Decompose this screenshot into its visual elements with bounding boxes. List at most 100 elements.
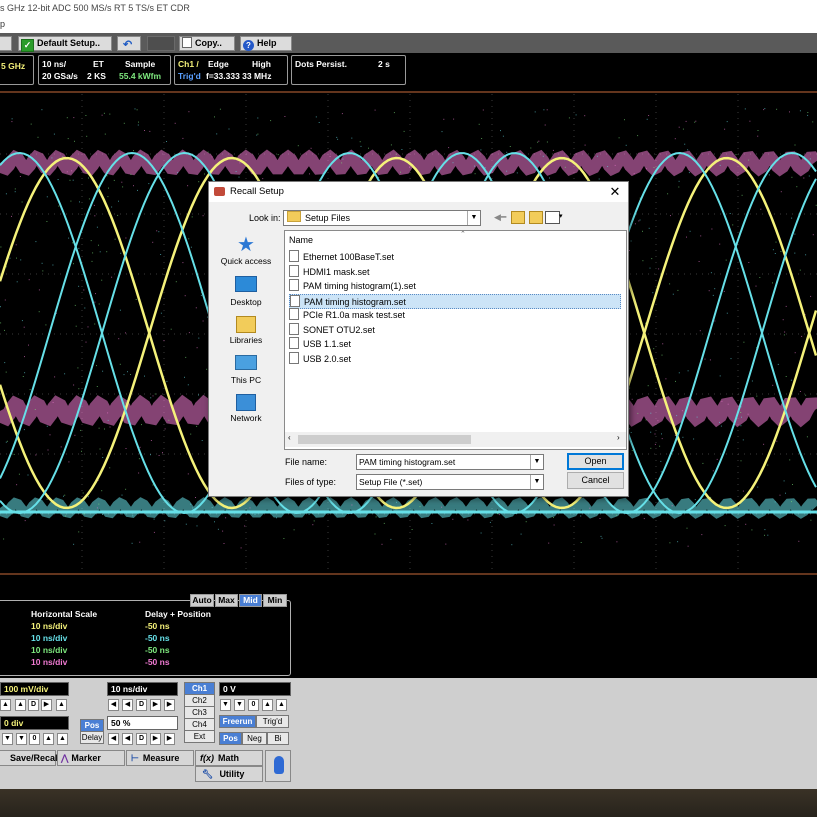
tlevel-up-arrow[interactable]: ▲: [262, 699, 273, 711]
file-row[interactable]: USB 2.0.set: [289, 351, 621, 365]
voffset-up-arrow[interactable]: ▲: [43, 733, 54, 745]
horizontal-scrollbar[interactable]: ‹ ›: [285, 432, 626, 447]
ch1-hscale: 10 ns/div: [31, 621, 68, 631]
vertical-scale-field[interactable]: 100 mV/div: [0, 682, 69, 696]
min-button[interactable]: Min: [263, 594, 287, 607]
mid-button[interactable]: Mid: [239, 594, 262, 607]
marker-label: Marker: [71, 753, 101, 763]
hpos-right2-arrow[interactable]: ▶: [164, 733, 175, 745]
delay-button[interactable]: Delay: [80, 731, 104, 744]
place-quick-access[interactable]: ★ Quick access: [211, 235, 281, 266]
file-row[interactable]: PAM timing histogram(1).set: [289, 279, 621, 292]
utility-label: Utility: [219, 769, 245, 779]
save-recall-button[interactable]: Save/Recall: [0, 750, 60, 766]
vscale-up2-arrow[interactable]: ▲: [15, 699, 26, 711]
slope-pos-button[interactable]: Pos: [219, 732, 242, 745]
trigger-source-ext[interactable]: Ext: [184, 730, 215, 743]
persistence-box[interactable]: Dots Persist. 2 s: [291, 55, 406, 85]
copy-button[interactable]: Copy..: [179, 36, 235, 51]
measure-button[interactable]: ⊢ Measure: [126, 750, 194, 766]
default-setup-button[interactable]: ✓ Default Setup..: [18, 36, 112, 52]
horizontal-scale-field[interactable]: 10 ns/div: [107, 682, 178, 696]
file-row[interactable]: Ethernet 100BaseT.set: [289, 250, 621, 263]
chevron-down-icon[interactable]: ▼: [530, 455, 543, 469]
filetype-dropdown[interactable]: Setup File (*.set) ▼: [356, 474, 544, 490]
vscale-default-button[interactable]: D: [28, 699, 39, 711]
slope-neg-button[interactable]: Neg: [242, 732, 267, 745]
place-network[interactable]: Network: [211, 394, 281, 423]
name-column-header[interactable]: Name: [289, 235, 313, 245]
blank-toolbar-button[interactable]: [147, 36, 175, 51]
close-icon[interactable]: ✕: [608, 182, 622, 202]
window-title: s GHz 12-bit ADC 500 MS/s RT 5 TS/s ET C…: [0, 3, 190, 13]
menu-item[interactable]: p: [0, 19, 5, 29]
toolbar-button-partial[interactable]: [0, 36, 12, 51]
cancel-button[interactable]: Cancel: [567, 472, 624, 489]
auto-button[interactable]: Auto: [190, 594, 214, 607]
vscale-right-arrow[interactable]: ▶: [41, 699, 52, 711]
math-button[interactable]: f(x) Math: [195, 750, 263, 766]
file-row[interactable]: HDMI1 mask.set: [289, 264, 621, 278]
freerun-button[interactable]: Freerun: [219, 715, 256, 728]
open-button[interactable]: Open: [567, 453, 624, 470]
view-menu-icon[interactable]: [545, 211, 560, 224]
bandwidth-box[interactable]: 5 GHz: [0, 55, 34, 85]
slope-bi-button[interactable]: Bi: [267, 732, 289, 745]
hpos-default-button[interactable]: D: [136, 733, 147, 745]
new-folder-icon[interactable]: [529, 211, 543, 224]
hscale-left2-arrow[interactable]: ◀: [122, 699, 133, 711]
scroll-right-icon[interactable]: ›: [617, 433, 620, 442]
hpos-left2-arrow[interactable]: ◀: [122, 733, 133, 745]
view-chevron-icon[interactable]: ▾: [559, 212, 563, 220]
file-row[interactable]: SONET OTU2.set: [289, 322, 621, 336]
tlevel-down-arrow[interactable]: ▼: [220, 699, 231, 711]
help-button[interactable]: ? Help: [240, 36, 292, 51]
tlevel-down2-arrow[interactable]: ▼: [234, 699, 245, 711]
up-folder-icon[interactable]: [511, 211, 525, 224]
undo-button[interactable]: ↶: [117, 36, 141, 51]
file-row[interactable]: PAM timing histogram.set: [289, 293, 621, 309]
hscale-default-button[interactable]: D: [136, 699, 147, 711]
place-this-pc[interactable]: This PC: [211, 355, 281, 385]
voffset-zero-button[interactable]: 0: [29, 733, 40, 745]
trigger-level-field[interactable]: 0 V: [219, 682, 291, 696]
measure-icon: ⊢: [131, 753, 139, 763]
computer-icon: [235, 355, 257, 370]
scrollbar-thumb[interactable]: [298, 435, 471, 444]
trigd-button[interactable]: Trig'd: [256, 715, 289, 728]
libraries-icon: [236, 316, 256, 333]
back-icon[interactable]: ◀━: [494, 212, 506, 223]
utility-button[interactable]: 🔧︎ Utility: [195, 766, 263, 782]
hscale-right2-arrow[interactable]: ▶: [164, 699, 175, 711]
tlevel-up2-arrow[interactable]: ▲: [276, 699, 287, 711]
horizontal-position-field[interactable]: 50 %: [107, 716, 178, 730]
voffset-down-arrow[interactable]: ▼: [2, 733, 13, 745]
dialog-title-bar[interactable]: Recall Setup ✕: [209, 182, 628, 202]
scroll-left-icon[interactable]: ‹: [288, 433, 291, 442]
voffset-up2-arrow[interactable]: ▲: [57, 733, 68, 745]
place-desktop[interactable]: Desktop: [211, 276, 281, 307]
touch-button[interactable]: [265, 750, 291, 782]
marker-button[interactable]: ⋀ Marker: [57, 750, 125, 766]
hpos-right-arrow[interactable]: ▶: [150, 733, 161, 745]
menu-bar: p: [0, 16, 817, 33]
hscale-right-arrow[interactable]: ▶: [150, 699, 161, 711]
trigger-box[interactable]: Ch1 / Edge High Trig'd f=33.333 33 MHz: [174, 55, 288, 85]
tlevel-zero-button[interactable]: 0: [248, 699, 259, 711]
filename-input[interactable]: PAM timing histogram.set ▼: [356, 454, 544, 470]
hscale-left-arrow[interactable]: ◀: [108, 699, 119, 711]
file-row[interactable]: PCIe R1.0a mask test.set: [289, 308, 621, 321]
hpos-left-arrow[interactable]: ◀: [108, 733, 119, 745]
lookin-dropdown[interactable]: Setup Files ▼: [283, 210, 481, 226]
file-icon: [289, 337, 299, 349]
vertical-offset-field[interactable]: 0 div: [0, 716, 69, 730]
max-button[interactable]: Max: [215, 594, 238, 607]
timebase-box[interactable]: 10 ns/ ET Sample 20 GSa/s 2 KS 55.4 kWfm: [38, 55, 171, 85]
vscale-down-arrow[interactable]: ▲: [56, 699, 67, 711]
delay-position-header: Delay + Position: [145, 609, 211, 619]
file-list[interactable]: Name ⌃ Ethernet 100BaseT.set HDMI1 mask.s…: [284, 230, 627, 450]
voffset-down2-arrow[interactable]: ▼: [16, 733, 27, 745]
file-row[interactable]: USB 1.1.set: [289, 337, 621, 350]
vscale-up-arrow[interactable]: ▲: [0, 699, 11, 711]
place-libraries[interactable]: Libraries: [211, 316, 281, 345]
